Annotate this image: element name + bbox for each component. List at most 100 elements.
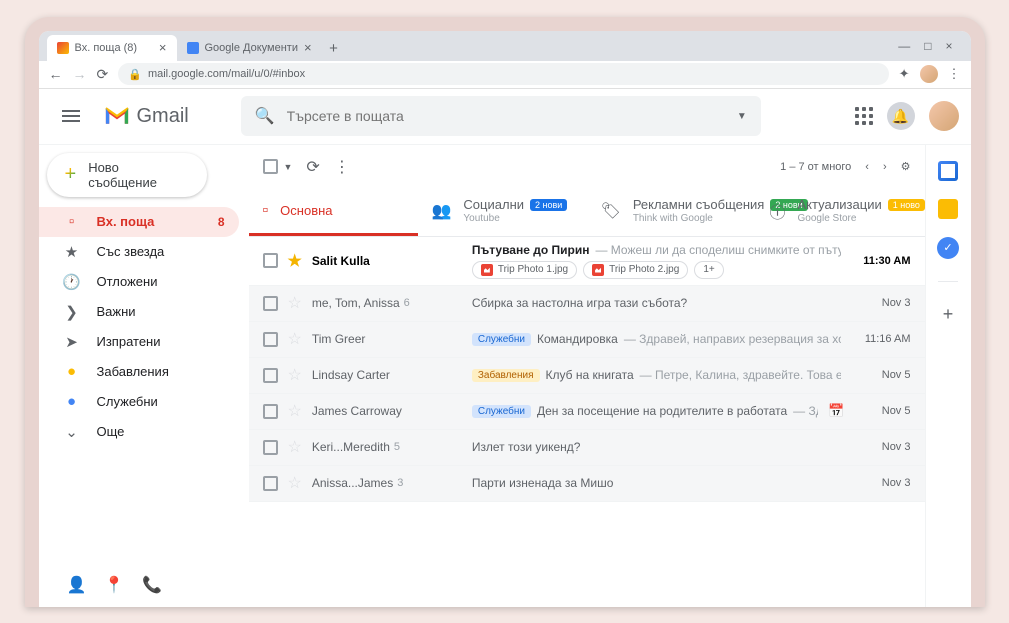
sidebar-item-inbox[interactable]: ▫Вх. поща8 [39,207,239,237]
select-menu-caret[interactable]: ▼ [284,162,293,172]
sidebar-item-more[interactable]: ⌄Още [39,417,239,447]
compose-label: Ново съобщение [88,160,188,190]
phone-icon[interactable]: 📞 [142,575,162,595]
gmail-logo[interactable]: Gmail [103,105,189,128]
window-close-icon[interactable]: × [945,39,952,53]
email-subject: Командировка [537,332,618,346]
refresh-button[interactable]: ⟳ [306,157,319,177]
attachment-chip[interactable]: Trip Photo 2.jpg [583,261,688,279]
sidebar-item-clock[interactable]: 🕐Отложени [39,267,239,297]
tasks-addon-button[interactable] [937,237,959,259]
attachment-name: Trip Photo 1.jpg [498,264,568,275]
email-row[interactable]: ☆Anissa...James3Парти изненада за МишоNo… [249,466,925,502]
docs-favicon [187,42,199,54]
attachment-chip[interactable]: Trip Photo 1.jpg [472,261,577,279]
nav-label: Служебни [97,394,158,409]
star-icon[interactable]: ☆ [288,293,302,313]
email-row[interactable]: ★Salit KullaПътуване до Пирин — Можеш ли… [249,237,925,286]
email-label-chip: Забавления [472,369,540,382]
category-tab-info[interactable]: ⓘАктуализации1 новоGoogle Store [756,189,925,236]
email-label-chip: Служебни [472,333,531,346]
settings-button[interactable]: ⚙ [901,160,911,173]
contacts-icon[interactable]: 👤 [67,575,87,595]
star-icon[interactable]: ☆ [288,437,302,457]
email-row[interactable]: ☆me, Tom, Anissa6Сбирка за настолна игра… [249,286,925,322]
star-icon: ★ [63,243,81,261]
back-button[interactable]: ← [49,66,63,82]
main-menu-button[interactable] [51,96,91,136]
email-snippet: — Здравейте... [793,404,818,418]
sidebar-item-fun[interactable]: ●Забавления [39,357,239,387]
browser-menu-icon[interactable]: ⋮ [948,66,961,82]
close-icon[interactable]: × [159,40,167,55]
star-icon[interactable]: ★ [288,251,302,271]
fun-icon: ● [63,363,81,380]
email-checkbox[interactable] [263,476,278,491]
email-checkbox[interactable] [263,332,278,347]
sidebar-item-star[interactable]: ★Със звезда [39,237,239,267]
nav-label: Вх. поща [97,214,155,229]
get-addons-button[interactable]: + [943,304,954,325]
search-options-caret[interactable]: ▼ [737,111,747,122]
nav-count: 8 [218,215,225,229]
more-actions-button[interactable]: ⋮ [334,157,350,177]
window-minimize-icon[interactable]: — [898,39,910,53]
spaces-icon[interactable]: 📍 [104,575,124,595]
profile-avatar[interactable] [920,65,938,83]
category-tab-tag[interactable]: 🏷Рекламни съобщения2 новиThink with Goog… [587,189,756,236]
star-icon[interactable]: ☆ [288,401,302,421]
attachment-more[interactable]: 1+ [694,261,723,279]
prev-page-button[interactable]: ‹ [865,161,869,173]
email-row[interactable]: ☆Keri...Meredith5Излет този уикенд?Nov 3 [249,430,925,466]
side-panel: + [925,145,971,607]
category-subtitle: Think with Google [633,213,742,224]
category-tab-inbox[interactable]: ▫Основна [249,189,418,236]
notifications-button[interactable]: 🔔 [887,102,915,130]
next-page-button[interactable]: › [883,161,887,173]
reload-button[interactable]: ⟳ [97,66,109,83]
calendar-addon-button[interactable] [938,161,958,181]
extensions-icon[interactable]: ✦ [899,66,910,82]
keep-addon-button[interactable] [938,199,958,219]
nav-label: Важни [97,304,136,319]
compose-button[interactable]: + Ново съобщение [47,153,207,197]
window-maximize-icon[interactable]: □ [924,39,931,53]
sidebar-item-work[interactable]: ●Служебни [39,387,239,417]
star-icon[interactable]: ☆ [288,365,302,385]
email-sender: Salit Kulla [312,254,462,268]
forward-button[interactable]: → [73,66,87,82]
new-tab-button[interactable]: + [322,37,346,61]
sidebar-item-sent[interactable]: ➤Изпратени [39,327,239,357]
email-checkbox[interactable] [263,368,278,383]
email-checkbox[interactable] [263,404,278,419]
email-row[interactable]: ☆Lindsay CarterЗабавленияКлуб на книгата… [249,358,925,394]
google-apps-button[interactable] [855,107,873,125]
star-icon[interactable]: ☆ [288,329,302,349]
email-row[interactable]: ☆James CarrowayСлужебниДен за посещение … [249,394,925,430]
category-label: Социални [463,197,524,212]
email-checkbox[interactable] [263,253,278,268]
search-input[interactable] [287,108,725,124]
star-icon[interactable]: ☆ [288,473,302,493]
account-avatar[interactable] [929,101,959,131]
email-list: ★Salit KullaПътуване до Пирин — Можеш ли… [249,237,925,607]
mail-toolbar: ▼ ⟳ ⋮ 1 – 7 от много ‹ › ⚙ [249,145,925,189]
browser-tab-gmail[interactable]: Вх. поща (8) × [47,35,177,61]
email-checkbox[interactable] [263,440,278,455]
category-tab-people[interactable]: 👥Социални2 новиYoutube [418,189,587,236]
close-icon[interactable]: × [304,40,312,55]
pagination-range: 1 – 7 от много [780,161,851,173]
url-input[interactable]: 🔒 mail.google.com/mail/u/0/#inbox [118,63,888,85]
nav-label: Още [97,424,125,439]
tab-title: Google Документи [205,42,298,54]
select-all-checkbox[interactable] [263,159,278,174]
sidebar: + Ново съобщение ▫Вх. поща8★Със звезда🕐О… [39,145,249,607]
email-subject: Пътуване до Пирин [472,243,590,257]
email-row[interactable]: ☆Tim GreerСлужебниКомандировка — Здравей… [249,322,925,358]
search-box[interactable]: 🔍 ▼ [241,96,761,136]
email-checkbox[interactable] [263,296,278,311]
sent-icon: ➤ [63,333,81,351]
browser-tab-docs[interactable]: Google Документи × [177,35,322,61]
inbox-icon: ▫ [263,202,269,220]
sidebar-item-important[interactable]: ❯Важни [39,297,239,327]
